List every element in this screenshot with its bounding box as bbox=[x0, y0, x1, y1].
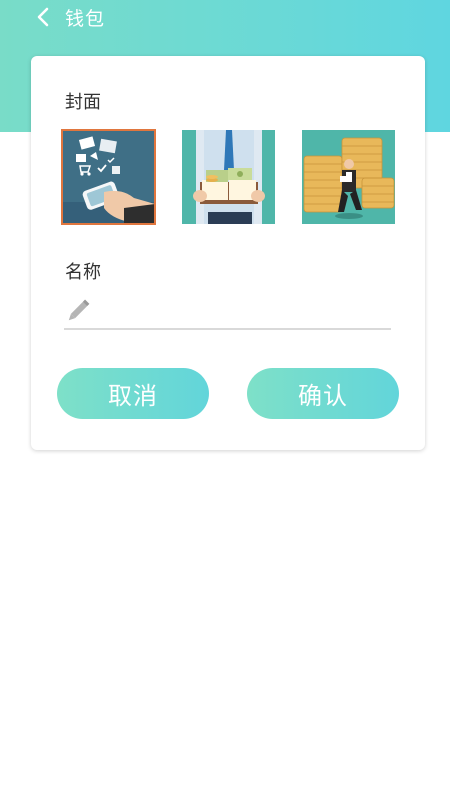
chevron-left-icon bbox=[36, 7, 50, 27]
name-input[interactable] bbox=[94, 296, 391, 326]
name-field bbox=[64, 294, 391, 330]
cancel-button[interactable]: 取消 bbox=[57, 368, 209, 419]
cover-businessman-money-book[interactable] bbox=[182, 130, 275, 224]
cover-options bbox=[61, 129, 395, 225]
cover-businessman-coin-stacks[interactable] bbox=[302, 130, 395, 224]
cover-mobile-payment[interactable] bbox=[61, 129, 156, 225]
page-title: 钱包 bbox=[65, 8, 106, 30]
confirm-button[interactable]: 确认 bbox=[247, 368, 399, 419]
cover-label: 封面 bbox=[65, 92, 101, 113]
back-button[interactable] bbox=[0, 0, 60, 34]
edit-wallet-card: 封面 名称 取消 确认 bbox=[31, 56, 425, 450]
pencil-icon bbox=[64, 296, 94, 326]
name-label: 名称 bbox=[65, 262, 101, 283]
